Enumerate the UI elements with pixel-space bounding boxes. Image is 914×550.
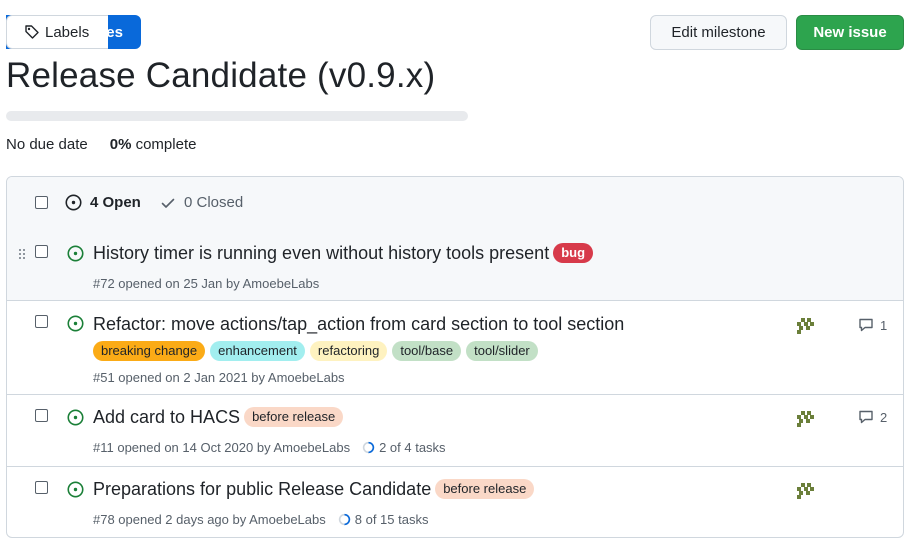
- labels-tab-label: Labels: [45, 23, 90, 41]
- task-progress[interactable]: 8 of 15 tasks: [338, 512, 429, 527]
- issue-meta: #78 opened 2 days ago by AmoebeLabs 8 of…: [93, 512, 428, 527]
- issue-row[interactable]: Preparations for public Release Candidat…: [7, 467, 903, 537]
- label-bug[interactable]: bug: [553, 243, 594, 263]
- issue-checkbox[interactable]: [35, 315, 48, 328]
- identicon-avatar[interactable]: [794, 315, 816, 337]
- issue-meta: #11 opened on 14 Oct 2020 by AmoebeLabs …: [93, 440, 446, 455]
- select-all-checkbox[interactable]: [35, 196, 48, 209]
- issue-list: 4 Open 0 Closed History timer is running…: [6, 176, 904, 538]
- comment-icon: [859, 318, 873, 332]
- label-before-release[interactable]: before release: [244, 407, 344, 427]
- labels-tab[interactable]: Labels: [6, 15, 108, 49]
- milestone-meta: No due date 0% complete: [6, 136, 196, 153]
- labels-milestones-nav: Labels Milestones: [6, 15, 141, 49]
- label-tool-base[interactable]: tool/base: [392, 341, 462, 361]
- issue-meta-text: #11 opened on 14 Oct 2020 by AmoebeLabs: [93, 440, 351, 455]
- label-enhancement[interactable]: enhancement: [210, 341, 305, 361]
- completion-label: complete: [135, 136, 197, 153]
- issue-row[interactable]: Refactor: move actions/tap_action from c…: [7, 301, 903, 395]
- completion-percent: 0%: [109, 136, 132, 153]
- comment-count-text: 1: [880, 317, 888, 333]
- check-icon: [161, 198, 175, 208]
- completion: 0% complete: [110, 136, 197, 153]
- issue-title-link[interactable]: History timer is running even without hi…: [93, 243, 594, 264]
- issue-title-link[interactable]: Refactor: move actions/tap_action from c…: [93, 314, 624, 335]
- issue-opened-icon: [65, 194, 82, 211]
- issue-meta: #51 opened on 2 Jan 2021 by AmoebeLabs: [93, 370, 345, 385]
- issue-meta-text: #51 opened on 2 Jan 2021 by AmoebeLabs: [93, 370, 345, 385]
- label-before-release[interactable]: before release: [435, 479, 535, 499]
- task-progress-icon: [362, 441, 375, 454]
- issue-checkbox[interactable]: [35, 245, 48, 258]
- task-progress-text: 2 of 4 tasks: [379, 440, 446, 455]
- issue-title-link[interactable]: Preparations for public Release Candidat…: [93, 479, 535, 500]
- milestone-title: Release Candidate (v0.9.x): [6, 56, 436, 95]
- issue-labels: breaking change enhancement refactoring …: [93, 341, 538, 361]
- tag-icon: [25, 25, 39, 39]
- issue-meta-text: #78 opened 2 days ago by AmoebeLabs: [93, 512, 326, 527]
- issue-opened-icon: [67, 315, 84, 332]
- open-issues-filter[interactable]: 4 Open: [65, 194, 141, 211]
- issue-row[interactable]: Add card to HACS before release #11 opene…: [7, 395, 903, 467]
- closed-count: 0 Closed: [184, 194, 244, 211]
- issue-meta-text: #72 opened on 25 Jan by AmoebeLabs: [93, 276, 320, 291]
- issue-opened-icon: [67, 481, 84, 498]
- comment-count[interactable]: 2: [858, 409, 887, 425]
- issue-opened-icon: [67, 245, 84, 262]
- identicon-avatar[interactable]: [794, 408, 816, 430]
- issue-title-text: Add card to HACS: [93, 407, 241, 427]
- drag-handle-icon[interactable]: [19, 249, 25, 259]
- edit-milestone-button[interactable]: Edit milestone: [650, 15, 787, 50]
- label-refactoring[interactable]: refactoring: [309, 341, 388, 361]
- comment-count[interactable]: 1: [858, 317, 887, 333]
- task-progress-icon: [338, 513, 350, 526]
- comment-icon: [859, 410, 873, 424]
- issue-title-text: History timer is running even without hi…: [93, 243, 550, 263]
- milestone-progress-bar: [6, 111, 468, 121]
- issue-checkbox[interactable]: [35, 481, 48, 494]
- closed-issues-filter[interactable]: 0 Closed: [160, 194, 243, 211]
- new-issue-button[interactable]: New issue: [796, 15, 904, 50]
- identicon-avatar[interactable]: [794, 480, 816, 502]
- issue-checkbox[interactable]: [35, 409, 48, 422]
- task-progress-text: 8 of 15 tasks: [354, 512, 429, 527]
- issue-list-header: 4 Open 0 Closed: [7, 177, 903, 232]
- issue-title-text: Preparations for public Release Candidat…: [93, 479, 432, 499]
- issue-opened-icon: [67, 409, 84, 426]
- issue-row[interactable]: History timer is running even without hi…: [7, 231, 903, 301]
- task-progress[interactable]: 2 of 4 tasks: [362, 440, 446, 455]
- open-count: 4 Open: [90, 194, 141, 211]
- due-date: No due date: [6, 136, 88, 153]
- comment-count-text: 2: [880, 409, 888, 425]
- label-tool-slider[interactable]: tool/slider: [466, 341, 538, 361]
- issue-meta: #72 opened on 25 Jan by AmoebeLabs: [93, 276, 319, 291]
- issue-title-link[interactable]: Add card to HACS before release: [93, 407, 344, 428]
- label-breaking-change[interactable]: breaking change: [93, 341, 206, 361]
